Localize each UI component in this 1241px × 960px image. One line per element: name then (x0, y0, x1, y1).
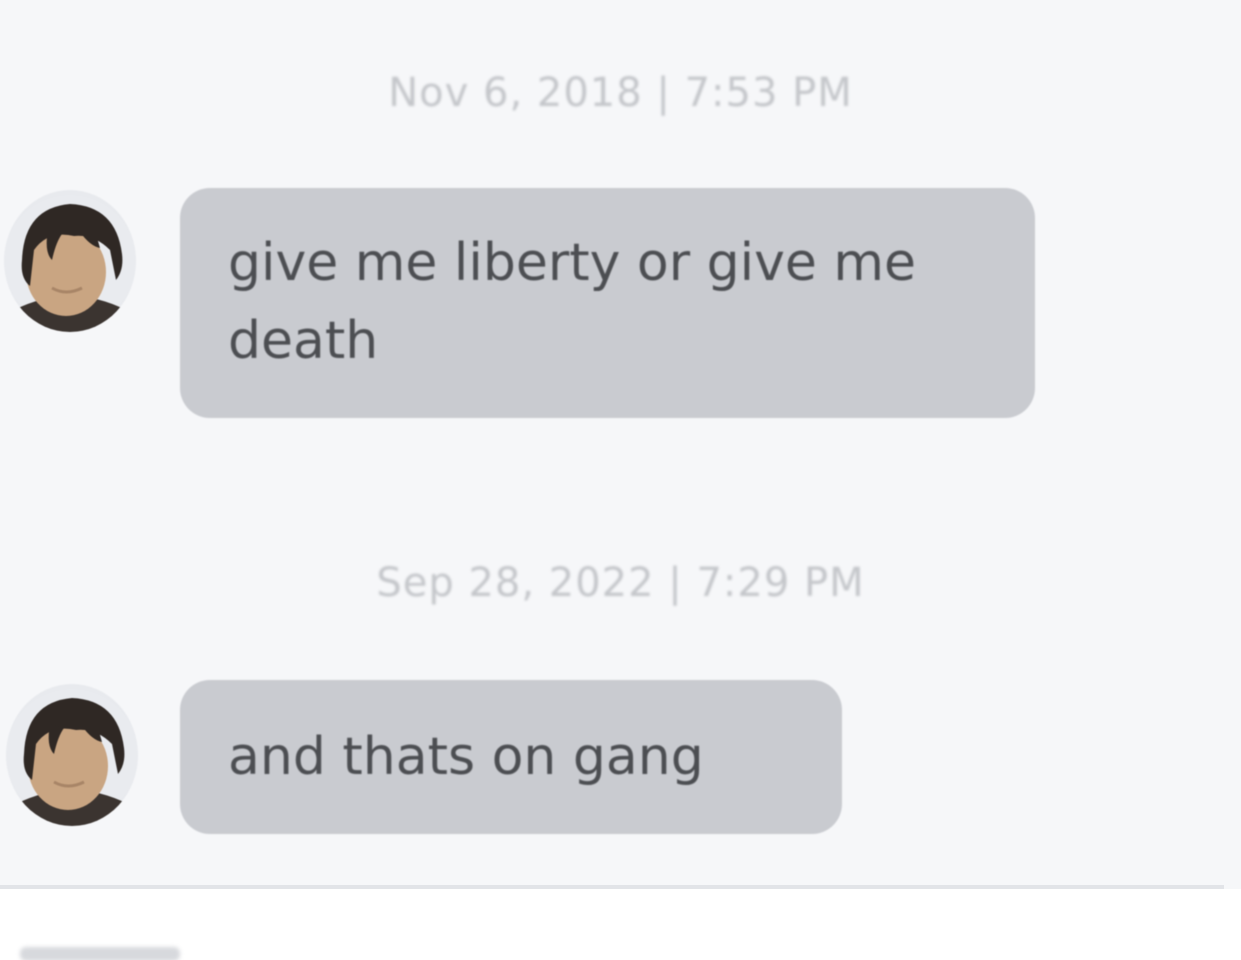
message-bubble[interactable]: give me liberty or give me death (180, 188, 1035, 418)
chat-thread: Nov 6, 2018 | 7:53 PM give me liberty or… (0, 0, 1241, 960)
avatar[interactable] (6, 684, 138, 826)
message-text: and thats on gang (228, 727, 704, 787)
message-composer[interactable] (0, 889, 1241, 960)
message-bubble[interactable]: and thats on gang (180, 680, 842, 834)
avatar[interactable] (4, 190, 136, 332)
person-avatar-icon (4, 195, 136, 332)
message-timestamp: Nov 6, 2018 | 7:53 PM (388, 70, 853, 116)
message-text: give me liberty or give me death (228, 233, 917, 371)
composer-placeholder (20, 947, 180, 960)
message-timestamp: Sep 28, 2022 | 7:29 PM (376, 560, 865, 606)
person-avatar-icon (6, 689, 138, 826)
